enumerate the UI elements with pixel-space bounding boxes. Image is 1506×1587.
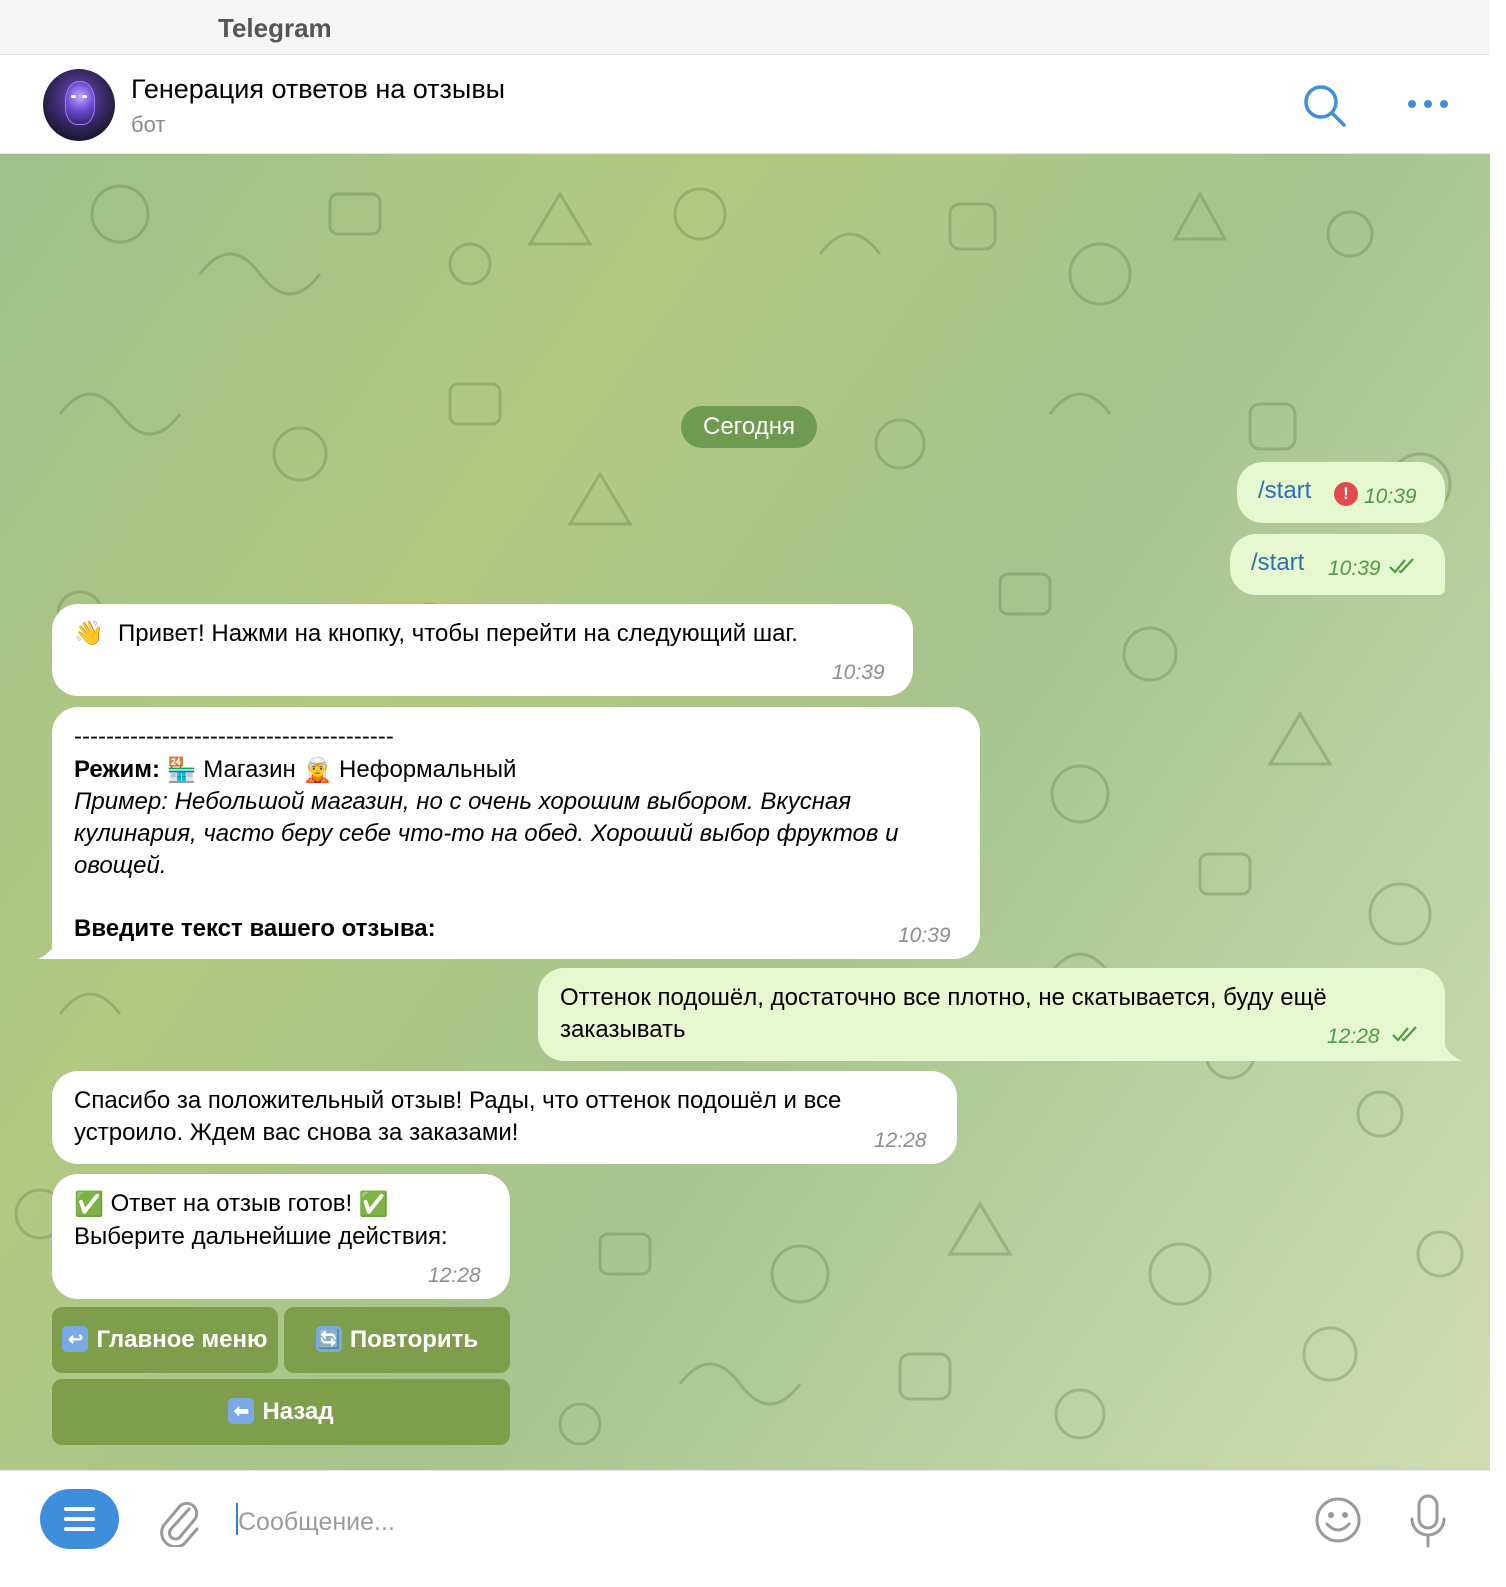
chat-header: Генерация ответов на отзывы бот — [0, 55, 1490, 154]
message-incoming[interactable]: ✅ Ответ на отзыв готов! ✅ Выберите дальн… — [52, 1174, 510, 1299]
check-mark-emoji: ✅ — [74, 1190, 104, 1218]
divider-line: ---------------------------------------- — [74, 723, 394, 750]
message-incoming[interactable]: ----------------------------------------… — [52, 707, 980, 959]
message-text: Привет! Нажми на кнопку, чтобы перейти н… — [118, 620, 798, 647]
prompt-text: Введите текст вашего отзыва: — [74, 915, 436, 942]
message-outgoing[interactable]: /start 10:39 — [1230, 534, 1445, 595]
more-icon[interactable] — [1406, 91, 1450, 117]
back-label: Назад — [262, 1398, 334, 1425]
bubble-tail — [1436, 1038, 1462, 1061]
message-outgoing[interactable]: Оттенок подошёл, достаточно все плотно, … — [538, 968, 1445, 1061]
main-menu-button[interactable]: ↩ Главное меню — [52, 1307, 278, 1373]
chat-subtitle: бот — [131, 112, 166, 137]
bot-avatar[interactable] — [43, 69, 115, 141]
repeat-icon: 🔄 — [315, 1325, 342, 1352]
search-icon[interactable] — [1302, 83, 1348, 129]
double-check-icon — [1389, 558, 1414, 574]
avatar-eye — [71, 95, 76, 98]
microphone-icon[interactable] — [1408, 1493, 1448, 1549]
app-title: Telegram — [218, 13, 332, 43]
text-cursor — [236, 1503, 238, 1535]
chat-area[interactable]: Сегодня /start ! 10:39 /start 10:39 👋 Пр… — [0, 154, 1490, 1470]
mode-value-style: Неформальный — [339, 756, 517, 783]
message-line-1: ✅ Ответ на отзыв готов! ✅ — [74, 1188, 389, 1221]
double-check-icon — [1392, 1026, 1417, 1042]
message-input[interactable] — [236, 1501, 1280, 1543]
error-icon[interactable]: ! — [1334, 482, 1358, 506]
bot-command-link[interactable]: /start — [1258, 475, 1311, 507]
message-text: Спасибо за положительный отзыв! Рады, чт… — [74, 1087, 842, 1146]
message-text: Оттенок подошёл, достаточно все плотно, … — [560, 984, 1327, 1043]
menu-icon — [64, 1517, 95, 1521]
repeat-button[interactable]: 🔄 Повторить — [284, 1307, 510, 1373]
message-time: 10:39 — [1328, 557, 1381, 580]
message-incoming[interactable]: Спасибо за положительный отзыв! Рады, чт… — [52, 1071, 957, 1164]
message-time: 12:28 — [1327, 1025, 1380, 1048]
back-arrow-icon: ⬅ — [228, 1397, 255, 1424]
repeat-label: Повторить — [349, 1326, 479, 1353]
message-text: Выберите дальнейшие действия: — [74, 1223, 448, 1250]
mode-label: Режим: — [74, 756, 160, 783]
message-incoming[interactable]: 👋 Привет! Нажми на кнопку, чтобы перейти… — [52, 604, 913, 696]
elf-emoji: 🧝 — [302, 756, 333, 784]
paperclip-icon[interactable] — [155, 1495, 201, 1547]
bubble-tail — [38, 936, 68, 959]
example-text: Пример: Небольшой магазин, но с очень хо… — [74, 788, 899, 879]
menu-icon — [64, 1507, 95, 1511]
check-mark-emoji: ✅ — [358, 1190, 389, 1218]
message-time: 10:39 — [832, 661, 885, 684]
date-separator: Сегодня — [681, 406, 817, 448]
message-outgoing[interactable]: /start ! 10:39 — [1237, 462, 1445, 523]
smiley-icon[interactable] — [1313, 1495, 1363, 1545]
message-composer — [0, 1470, 1490, 1587]
message-time: 12:28 — [428, 1264, 481, 1287]
message-time: 10:39 — [898, 924, 951, 947]
bot-menu-button[interactable] — [40, 1489, 119, 1549]
mode-line: Режим: 🏪 Магазин 🧝 Неформальный — [74, 754, 516, 787]
window-edge — [1490, 0, 1506, 1586]
message-text: Ответ на отзыв готов! — [110, 1190, 353, 1217]
waving-hand-emoji: 👋 — [74, 620, 104, 647]
chat-title[interactable]: Генерация ответов на отзывы — [131, 74, 505, 105]
message-time: 12:28 — [874, 1129, 927, 1152]
window-titlebar: Telegram — [0, 0, 1490, 55]
return-arrow-icon: ↩ — [62, 1325, 89, 1352]
message-time: 10:39 — [1364, 485, 1417, 508]
avatar-eye — [82, 95, 87, 98]
back-button[interactable]: ⬅ Назад — [52, 1379, 510, 1445]
bot-command-link[interactable]: /start — [1251, 547, 1304, 579]
store-emoji: 🏪 — [166, 756, 197, 784]
menu-icon — [64, 1527, 95, 1531]
mode-value-store: Магазин — [203, 756, 296, 783]
main-menu-label: Главное меню — [96, 1326, 268, 1353]
avatar-face — [65, 81, 95, 125]
